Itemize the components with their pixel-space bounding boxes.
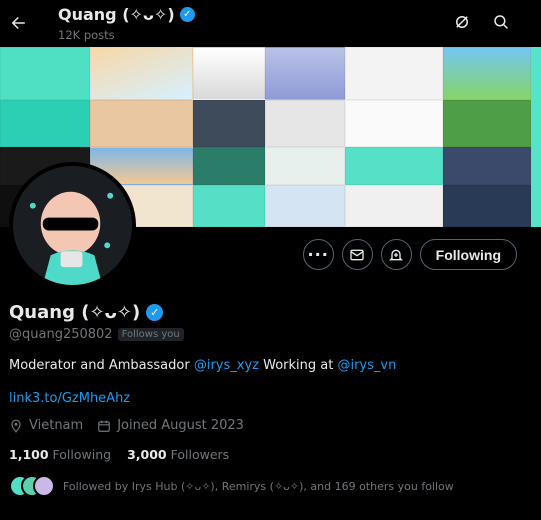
following-label: Following [52, 447, 112, 462]
mail-icon [350, 249, 364, 260]
banner-tile [193, 47, 265, 100]
banner-tile [345, 185, 443, 227]
followers-count-link[interactable]: 3,000 Followers [127, 447, 229, 462]
banner-tile [90, 47, 193, 100]
following-button[interactable]: Following [419, 239, 517, 270]
banner-tile [193, 185, 265, 227]
header-name: Quang (✧ᴗ✧) [58, 5, 175, 24]
joined-text: Joined August 2023 [117, 418, 244, 433]
profile-handle: @quang250802 [9, 327, 113, 342]
following-count-link[interactable]: 1,100 Following [9, 447, 111, 462]
banner-tile [193, 147, 265, 185]
banner-tile [265, 147, 345, 185]
header-title: Quang (✧ᴗ✧) ✓ 12K posts [58, 5, 195, 42]
followers-label: Followers [170, 447, 230, 462]
profile-actions: ··· Following [302, 239, 517, 270]
post-count: 12K posts [58, 28, 115, 42]
back-arrow-icon[interactable] [6, 9, 30, 37]
following-count: 1,100 [9, 447, 49, 462]
profile-website-link[interactable]: link3.to/GzMheAhz [9, 391, 529, 406]
grok-icon[interactable] [450, 10, 474, 34]
banner-tile [193, 100, 265, 147]
banner-tile [345, 147, 443, 185]
bell-plus-icon [389, 249, 404, 260]
profile-location: Vietnam [9, 418, 83, 433]
follows-you-badge: Follows you [117, 328, 184, 341]
banner-tile [265, 100, 345, 147]
followers-count: 3,000 [127, 447, 167, 462]
banner-tile [443, 185, 531, 227]
verified-badge-icon: ✓ [146, 304, 164, 321]
top-bar: Quang (✧ᴗ✧) ✓ 12K posts [0, 0, 541, 47]
banner-tile [265, 185, 345, 227]
banner-tile [443, 47, 531, 100]
banner-tile [0, 100, 90, 147]
more-icon: ··· [307, 245, 329, 264]
notifications-button[interactable] [380, 239, 412, 270]
banner-tile [90, 100, 193, 147]
search-icon[interactable] [489, 10, 513, 34]
bio-text: Moderator and Ambassador [9, 358, 194, 373]
followed-by-text: Followed by Irys Hub (✧ᴗ✧), Remirys (✧ᴗ✧… [63, 479, 454, 493]
profile-joined: Joined August 2023 [97, 418, 244, 433]
profile-bio: Moderator and Ambassador @irys_xyz Worki… [9, 358, 529, 373]
profile-details: Quang (✧ᴗ✧) ✓ @quang250802 Follows you M… [9, 302, 529, 497]
verified-badge-icon: ✓ [179, 7, 195, 22]
profile-avatar[interactable] [9, 162, 136, 289]
banner-tile [345, 47, 443, 100]
message-button[interactable] [341, 239, 373, 270]
followed-by-row[interactable]: Followed by Irys Hub (✧ᴗ✧), Remirys (✧ᴗ✧… [9, 475, 529, 497]
location-text: Vietnam [29, 418, 84, 433]
mutual-avatars [9, 475, 55, 497]
banner-tile [0, 47, 90, 100]
location-pin-icon [11, 419, 21, 433]
calendar-icon [98, 420, 111, 432]
profile-name: Quang (✧ᴗ✧) [9, 302, 141, 323]
banner-tile [265, 47, 345, 100]
mutual-avatar [33, 475, 55, 497]
mention-link[interactable]: @irys_vn [337, 358, 396, 373]
banner-tile [443, 147, 531, 185]
banner-tile [443, 100, 531, 147]
more-button[interactable]: ··· [302, 239, 334, 270]
mention-link[interactable]: @irys_xyz [194, 358, 259, 373]
banner-tile [345, 100, 443, 147]
bio-text: Working at [258, 358, 338, 373]
